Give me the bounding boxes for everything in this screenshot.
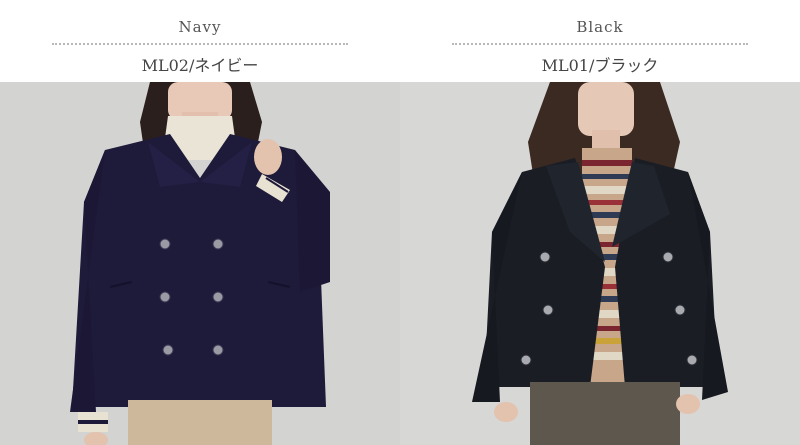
code-label-black: ML01/ブラック — [541, 56, 659, 75]
navy-coat-photo — [0, 82, 400, 445]
dotted-divider — [452, 43, 748, 45]
black-coat-photo — [400, 82, 800, 445]
color-name-navy: Navy — [178, 18, 222, 36]
color-name-black: Black — [576, 18, 624, 36]
code-label-navy: ML02/ネイビー — [141, 56, 259, 75]
black-variant: Black ML01/ブラック — [400, 0, 800, 445]
dotted-divider — [52, 43, 348, 45]
product-color-comparison: Navy ML02/ネイビー Black ML01/ブラック — [0, 0, 800, 445]
navy-variant: Navy ML02/ネイビー — [0, 0, 400, 445]
